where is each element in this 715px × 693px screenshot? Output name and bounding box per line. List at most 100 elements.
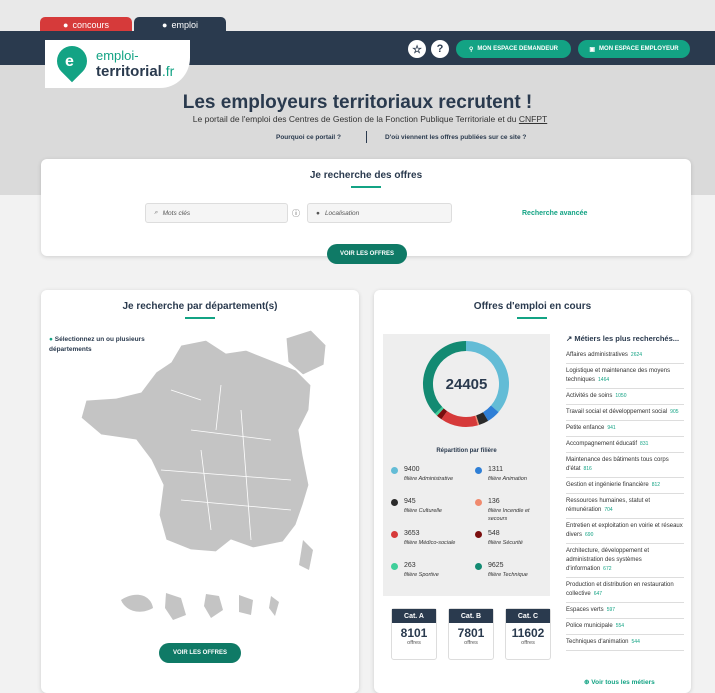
- category-value: 8101: [400, 626, 428, 640]
- legend-dot: [475, 563, 482, 570]
- search-card: Je recherche des offres ⌕ Mots clés ⓘ ● Lo…: [41, 159, 691, 264]
- job-item[interactable]: Ressources humaines, statut et rémunérat…: [566, 494, 684, 519]
- view-department-offers-button[interactable]: VOIR LES OFFRES: [159, 643, 241, 663]
- job-count: 816: [583, 466, 592, 472]
- pin-icon: ●: [162, 19, 168, 30]
- search-icon: ⌕: [154, 209, 158, 216]
- job-item[interactable]: Petite enfance 941: [566, 421, 684, 437]
- legend-dot: [475, 467, 482, 474]
- guyane-map[interactable]: [204, 594, 223, 618]
- filiere-legend-item: 548 filière Sécurité: [475, 530, 551, 558]
- why-portal-link[interactable]: Pourquoi ce portail ?: [276, 134, 341, 141]
- legend-label: filière Médico-sociale: [404, 540, 456, 546]
- job-label: Logistique et maintenance des moyens tec…: [566, 368, 671, 383]
- help-button[interactable]: ?: [431, 40, 449, 58]
- job-count: 941: [607, 425, 616, 431]
- trend-icon: ↗: [566, 334, 573, 343]
- job-count: 1464: [598, 377, 610, 383]
- job-item[interactable]: Espaces verts 597: [566, 603, 684, 619]
- job-count: 690: [585, 532, 594, 538]
- top-jobs-title: ↗ Métiers les plus recherchés...: [566, 334, 684, 343]
- job-item[interactable]: Architecture, développement et administr…: [566, 544, 684, 578]
- tab-emploi[interactable]: ● emploi: [134, 17, 226, 32]
- job-count: 905: [670, 409, 679, 415]
- job-label: Petite enfance: [566, 425, 605, 431]
- job-item[interactable]: Accompagnement éducatif 831: [566, 437, 684, 453]
- cnfpt-link[interactable]: CNFPT: [519, 114, 547, 124]
- location-input[interactable]: ● Localisation: [307, 203, 452, 223]
- search-title: Je recherche des offres: [309, 170, 423, 181]
- tab-concours[interactable]: ● concours: [40, 17, 132, 32]
- employer-space-button[interactable]: ▣ MON ESPACE EMPLOYEUR: [578, 40, 690, 58]
- logo-suffix: .fr: [161, 63, 175, 79]
- legend-value: 1311: [488, 466, 504, 473]
- job-item[interactable]: Production et distribution en restaurati…: [566, 578, 684, 603]
- job-item[interactable]: Gestion et ingénierie financière 812: [566, 478, 684, 494]
- legend-value: 263: [404, 562, 416, 569]
- divider: [366, 131, 367, 143]
- briefcase-icon: ▣: [589, 46, 596, 53]
- category-label: Cat. A: [392, 609, 436, 623]
- france-map[interactable]: [41, 290, 359, 693]
- job-count: 672: [603, 566, 612, 572]
- category-value: 11602: [511, 626, 545, 640]
- offers-origin-link[interactable]: D'où viennent les offres publiées sur ce…: [385, 134, 526, 141]
- subtitle-text: Le portail de l'emploi des Centres de Ge…: [192, 114, 517, 124]
- job-item[interactable]: Logistique et maintenance des moyens tec…: [566, 364, 684, 389]
- filiere-legend-item: 263 filière Sportive: [391, 562, 467, 590]
- job-count: 704: [604, 507, 613, 513]
- job-count: 812: [651, 482, 661, 488]
- mayotte-map[interactable]: [269, 596, 279, 616]
- martinique-map[interactable]: [165, 593, 186, 620]
- candidate-space-label: MON ESPACE DEMANDEUR: [477, 46, 558, 52]
- filiere-legend-item: 1311 filière Animation: [475, 466, 551, 494]
- category-box[interactable]: Cat. A 8101 offres: [391, 608, 437, 660]
- job-count: 544: [631, 639, 640, 645]
- legend-value: 136: [488, 498, 500, 505]
- offers-card: Offres d'emploi en cours 24405 Répartiti…: [374, 290, 691, 693]
- category-box[interactable]: Cat. B 7801 offres: [448, 608, 494, 660]
- category-box[interactable]: Cat. C 11602 offres: [505, 608, 551, 660]
- legend-label: filière Animation: [488, 476, 527, 482]
- help-label: ?: [436, 43, 444, 55]
- legend-value: 9625: [488, 562, 504, 569]
- site-logo[interactable]: e emploi- territorial.fr: [45, 39, 190, 88]
- location-placeholder: Localisation: [324, 209, 360, 217]
- job-label: Espaces verts: [566, 607, 604, 613]
- stats-panel: 24405 Répartition par filière 9400 filièr…: [383, 334, 550, 596]
- page-subtitle: Le portail de l'emploi des Centres de Ge…: [0, 114, 715, 124]
- corsica-map[interactable]: [299, 540, 313, 570]
- reunion-map[interactable]: [239, 595, 253, 615]
- job-item[interactable]: Police municipale 554: [566, 619, 684, 635]
- user-icon: ⚲: [469, 46, 474, 53]
- job-item[interactable]: Entretien et exploitation en voirie et r…: [566, 519, 684, 544]
- job-label: Travail social et développement social: [566, 409, 668, 415]
- job-item[interactable]: Travail social et développement social 90…: [566, 405, 684, 421]
- legend-value: 945: [404, 498, 416, 505]
- filiere-legend-item: 3653 filière Médico-sociale: [391, 530, 467, 558]
- legend-value: 3653: [404, 530, 420, 537]
- job-item[interactable]: Activités de soins 1050: [566, 389, 684, 405]
- all-jobs-link[interactable]: ⊕ Voir tous les métiers: [584, 678, 655, 686]
- favorite-button[interactable]: ☆: [408, 40, 426, 58]
- job-item[interactable]: Maintenance des bâtiments tous corps d'é…: [566, 453, 684, 478]
- legend-dot: [475, 499, 482, 506]
- category-unit: offres: [407, 640, 421, 646]
- top-bar: ● concours ● emploi: [0, 0, 715, 32]
- mainland-map[interactable]: [80, 339, 312, 553]
- legend-dot: [391, 499, 398, 506]
- job-count: 1050: [615, 393, 627, 399]
- keywords-input[interactable]: ⌕ Mots clés: [145, 203, 288, 223]
- job-label: Activités de soins: [566, 393, 613, 399]
- job-item[interactable]: Affaires administratives 2624: [566, 348, 684, 364]
- title-underline: [517, 317, 547, 319]
- view-offers-button[interactable]: VOIR LES OFFRES: [327, 244, 407, 264]
- tab-label: concours: [72, 19, 109, 30]
- star-icon: ☆: [412, 43, 422, 56]
- offers-title: Offres d'emploi en cours: [473, 301, 592, 312]
- guadeloupe-map[interactable]: [121, 594, 153, 612]
- info-icon[interactable]: ⓘ: [292, 208, 300, 219]
- job-item[interactable]: Techniques d'animation 544: [566, 635, 684, 651]
- advanced-search-link[interactable]: Recherche avancée: [522, 210, 587, 217]
- candidate-space-button[interactable]: ⚲ MON ESPACE DEMANDEUR: [456, 40, 571, 58]
